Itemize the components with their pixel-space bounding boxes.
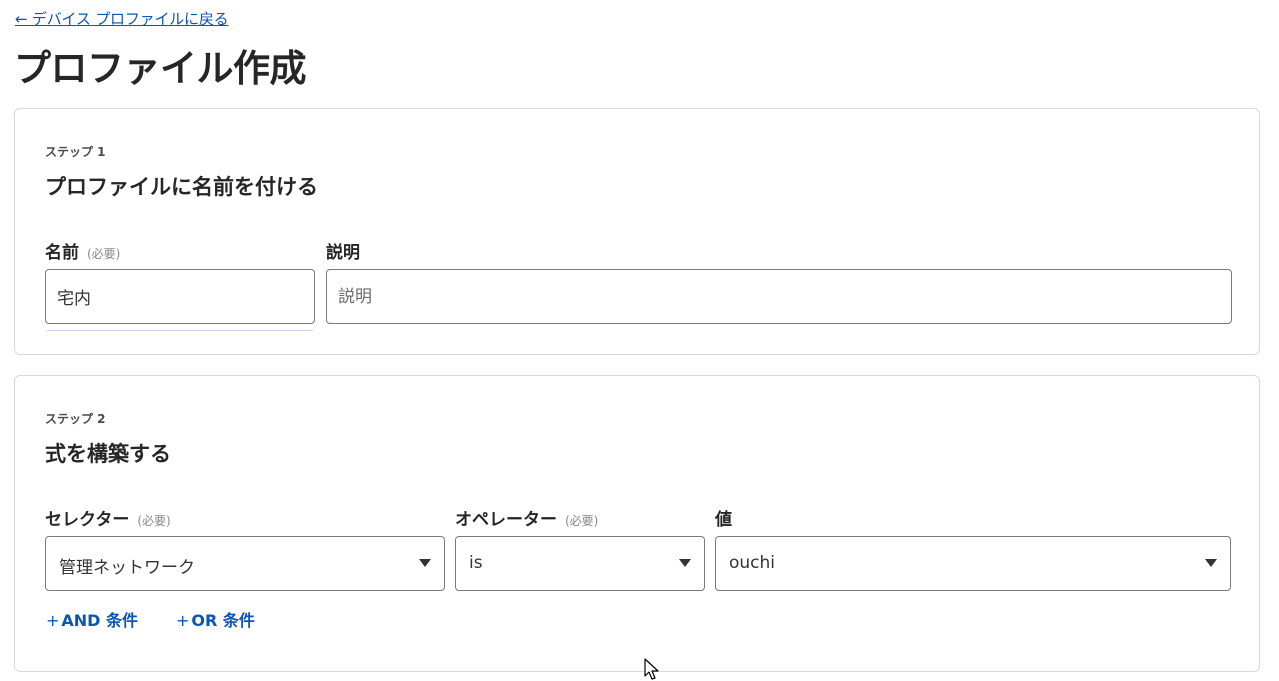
back-to-device-profiles-link[interactable]: ← デバイス プロファイルに戻る [15,8,229,29]
plus-icon: + [46,611,60,630]
add-or-condition-button[interactable]: + OR 条件 [176,607,255,631]
description-label-text: 説明 [326,243,360,263]
selector-required-text: (必要) [137,514,171,528]
selector-dropdown[interactable]: 管理ネットワーク [45,536,445,591]
caret-down-icon [1205,559,1217,567]
plus-icon: + [176,611,190,630]
operator-field-label: オペレーター (必要) [455,505,598,530]
step2-label: ステップ 2 [45,412,106,426]
operator-label-text: オペレーター [455,510,557,530]
name-input-underline [47,330,313,331]
step1-label: ステップ 1 [45,145,106,159]
value-field-label: 値 [715,505,732,530]
operator-required-text: (必要) [565,514,599,528]
add-and-label: AND 条件 [61,611,139,630]
mouse-pointer-icon [644,658,659,680]
caret-down-icon [679,559,691,567]
page-title: プロファイル作成 [14,47,307,90]
description-field-label: 説明 [326,238,360,263]
name-required-text: (必要) [87,247,121,261]
page: ← デバイス プロファイルに戻る プロファイル作成 ステップ 1 プロファイルに… [0,0,1279,681]
name-label-text: 名前 [45,243,79,263]
value-dropdown[interactable]: ouchi [715,536,1231,591]
operator-value: is [469,553,483,573]
value-value: ouchi [729,553,776,573]
add-and-condition-button[interactable]: + AND 条件 [46,607,138,631]
operator-dropdown[interactable]: is [455,536,705,591]
description-input[interactable] [326,269,1232,324]
value-label-text: 値 [715,510,732,530]
selector-field-label: セレクター (必要) [45,505,171,530]
add-or-label: OR 条件 [191,611,255,630]
step2-title: 式を構築する [45,442,171,466]
step1-card: ステップ 1 プロファイルに名前を付ける 名前 (必要) 説明 [14,108,1260,355]
name-field-label: 名前 (必要) [45,238,120,263]
step2-card: ステップ 2 式を構築する セレクター (必要) 管理ネットワーク オペレーター (… [14,375,1260,672]
name-input[interactable] [45,269,315,324]
selector-value: 管理ネットワーク [59,558,195,578]
caret-down-icon [419,559,431,567]
selector-label-text: セレクター [45,510,130,530]
step1-title: プロファイルに名前を付ける [45,175,318,199]
